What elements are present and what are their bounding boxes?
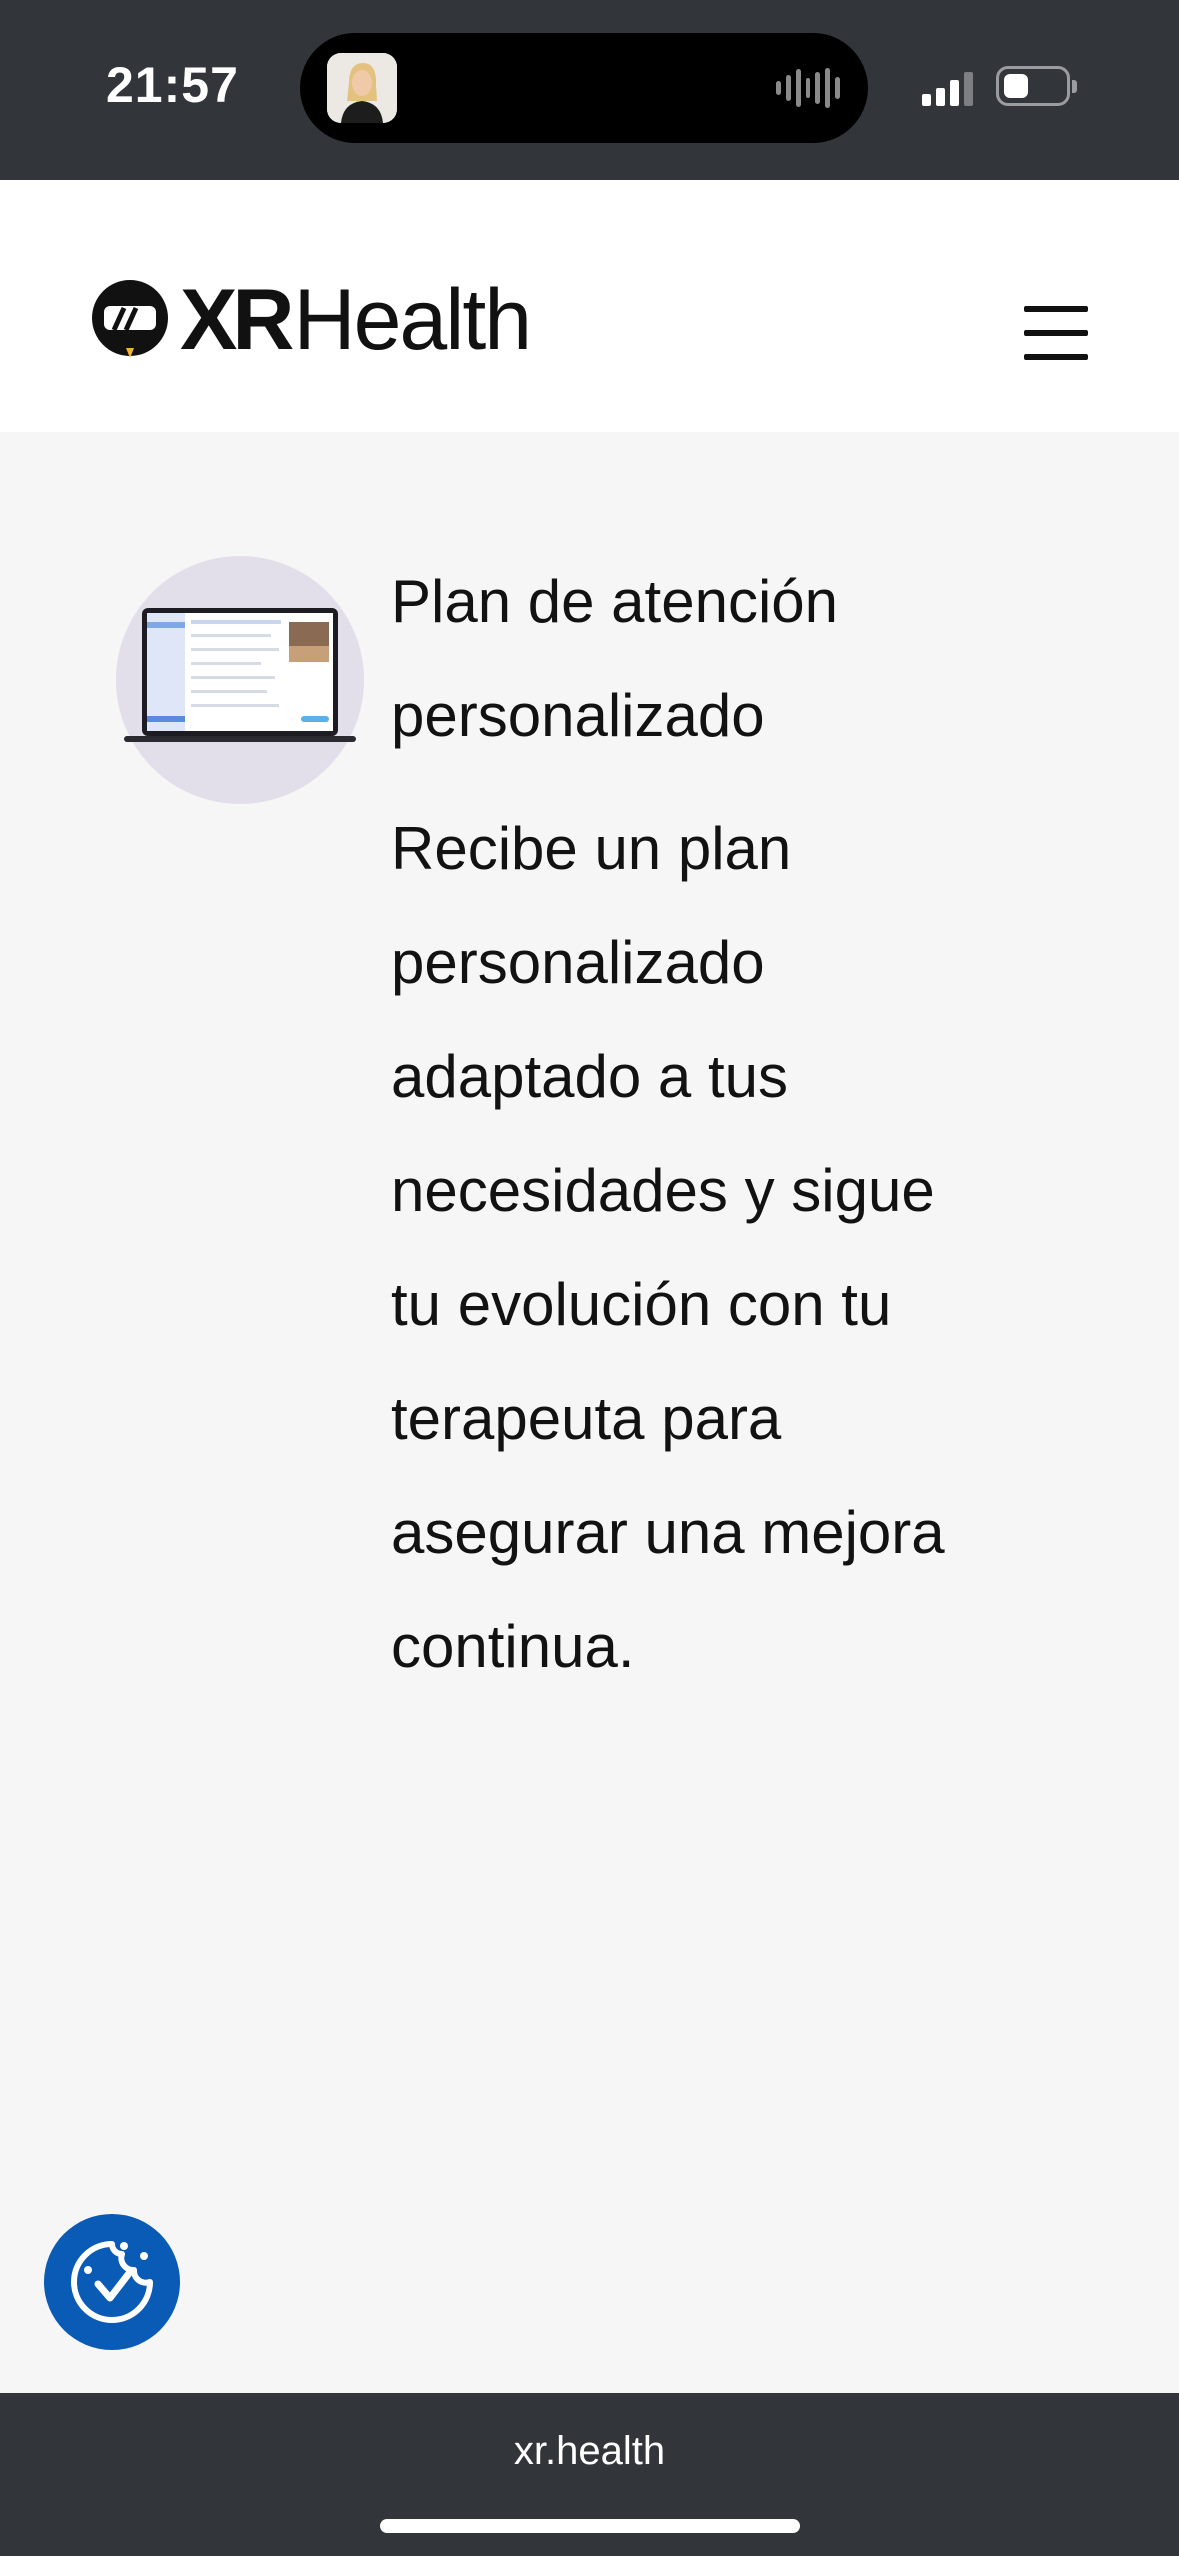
feature-title: Plan de atención personalizado (391, 568, 839, 749)
cookie-consent-button[interactable] (44, 2214, 180, 2350)
home-indicator[interactable] (380, 2519, 800, 2533)
dynamic-island[interactable] (300, 33, 868, 143)
screen: 21:57 XRHealth Plan de atención personal… (0, 0, 1179, 2556)
status-bar: 21:57 (0, 0, 1179, 180)
xrhealth-logo[interactable]: XRHealth (88, 277, 532, 363)
site-header: XRHealth (0, 180, 1179, 432)
logo-text-bold: XR (180, 272, 294, 368)
audio-wave-icon (776, 67, 841, 109)
xrhealth-logo-icon (92, 280, 168, 358)
logo-text: XRHealth (180, 277, 532, 363)
laptop-dashboard-illustration (116, 556, 364, 804)
browser-address-bar[interactable]: xr.health (0, 2393, 1179, 2556)
url-text[interactable]: xr.health (0, 2429, 1179, 2474)
battery-icon (996, 66, 1077, 106)
now-playing-avatar-icon (327, 53, 397, 123)
logo-text-light: Health (293, 272, 532, 368)
feature-description: Recibe un plan personalizado adaptado a … (391, 815, 945, 1680)
battery-level (1004, 74, 1028, 98)
hamburger-menu-icon[interactable] (1024, 306, 1088, 360)
cookie-check-icon (71, 2241, 153, 2323)
cellular-signal-icon (922, 70, 980, 106)
status-time: 21:57 (106, 57, 239, 113)
